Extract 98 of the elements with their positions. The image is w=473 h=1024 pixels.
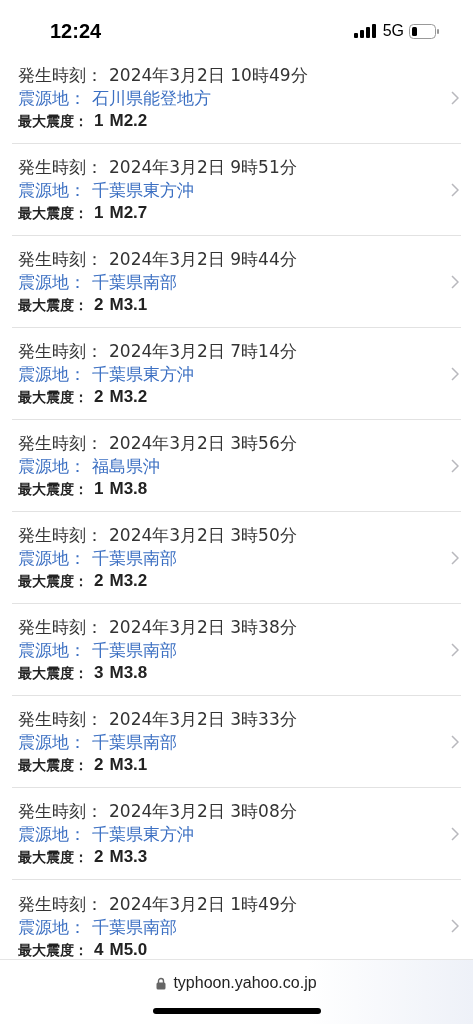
earthquake-list-item[interactable]: 発生時刻： 2024年3月2日 3時38分 震源地： 千葉県南部 最大震度： 3 M3.8 [12,604,461,696]
chevron-icon [451,734,459,749]
chevron-icon [451,274,459,289]
epicenter-label: 震源地： [18,180,86,202]
epicenter-name: 石川県能登地方 [92,88,211,110]
intensity-value: 1 [94,479,104,499]
intensity-label: 最大震度： [18,757,88,775]
intensity-label: 最大震度： [18,481,88,499]
earthquake-list-item[interactable]: 発生時刻： 2024年3月2日 3時33分 震源地： 千葉県南部 最大震度： 2 M3.1 [12,696,461,788]
epicenter-label: 震源地： [18,732,86,754]
intensity-value: 4 [94,939,104,959]
intensity-value: 2 [94,571,104,591]
time-label: 発生時刻： [18,432,103,455]
intensity-label: 最大震度： [18,573,88,591]
magnitude-value: M3.3 [109,847,148,867]
epicenter-name: 千葉県東方沖 [92,180,194,202]
chevron-icon [451,919,459,933]
intensity-value: 2 [94,847,104,867]
epicenter-label: 震源地： [18,364,86,386]
earthquake-list-item[interactable]: 発生時刻： 2024年3月2日 7時14分 震源地： 千葉県東方沖 最大震度： 2 M3.2 [12,328,461,420]
occurrence-time: 2024年3月2日 3時38分 [109,616,297,639]
intensity-label: 最大震度： [18,205,88,223]
epicenter-label: 震源地： [18,272,86,294]
chevron-icon [451,550,459,565]
epicenter-label: 震源地： [18,88,86,110]
occurrence-time: 2024年3月2日 3時56分 [109,432,297,455]
epicenter-name: 千葉県南部 [92,732,177,754]
earthquake-list-item[interactable]: 発生時刻： 2024年3月2日 3時56分 震源地： 福島県沖 最大震度： 1 M3.8 [12,420,461,512]
time-label: 発生時刻： [18,156,103,179]
intensity-value: 2 [94,755,104,775]
chevron-icon [451,366,459,381]
chevron-icon [451,458,459,473]
address-bar[interactable]: typhoon.yahoo.co.jp [0,959,473,1024]
earthquake-list-item[interactable]: 発生時刻： 2024年3月2日 9時51分 震源地： 千葉県東方沖 最大震度： 1 M2.7 [12,144,461,236]
intensity-label: 最大震度： [18,297,88,315]
earthquake-list-item[interactable]: 発生時刻： 2024年3月2日 10時49分 震源地： 石川県能登地方 最大震度： 1 M2.2 [12,52,461,144]
earthquake-list-item[interactable]: 発生時刻： 2024年3月2日 3時08分 震源地： 千葉県東方沖 最大震度： 2 M3.3 [12,788,461,880]
epicenter-name: 千葉県南部 [92,272,177,294]
magnitude-value: M5.0 [109,939,148,959]
magnitude-value: M3.8 [109,479,148,499]
occurrence-time: 2024年3月2日 1時49分 [109,892,297,916]
epicenter-name: 千葉県南部 [92,640,177,662]
time-label: 発生時刻： [18,64,103,87]
epicenter-name: 千葉県東方沖 [92,824,194,846]
epicenter-name: 福島県沖 [92,456,160,478]
earthquake-list-item[interactable]: 発生時刻： 2024年3月2日 9時44分 震源地： 千葉県南部 最大震度： 2 M3.1 [12,236,461,328]
home-indicator[interactable] [152,1008,321,1014]
intensity-value: 1 [94,203,104,223]
time-label: 発生時刻： [18,616,103,639]
intensity-value: 1 [94,111,104,131]
lock-icon [156,976,167,990]
epicenter-label: 震源地： [18,456,86,478]
time-label: 発生時刻： [18,708,103,731]
intensity-label: 最大震度： [18,665,88,683]
chevron-icon [451,826,459,841]
epicenter-name: 千葉県南部 [92,548,177,570]
time-label: 発生時刻： [18,340,103,363]
occurrence-time: 2024年3月2日 9時51分 [109,156,297,179]
epicenter-label: 震源地： [18,548,86,570]
earthquake-list-item[interactable]: 発生時刻： 2024年3月2日 1時49分 震源地： 千葉県南部 最大震度： 4 M5.0 [12,880,461,959]
status-time: 12:24 [50,19,102,43]
magnitude-value: M3.1 [109,755,148,775]
magnitude-value: M3.8 [109,663,148,683]
intensity-label: 最大震度： [18,389,88,407]
epicenter-label: 震源地： [18,916,86,939]
intensity-value: 3 [94,663,104,683]
epicenter-label: 震源地： [18,824,86,846]
magnitude-value: M2.7 [109,203,148,223]
intensity-value: 2 [94,387,104,407]
epicenter-label: 震源地： [18,640,86,662]
network-label: 5G [382,22,404,40]
magnitude-value: M3.1 [109,295,148,315]
occurrence-time: 2024年3月2日 3時08分 [109,800,297,823]
signal-icon [353,24,378,38]
occurrence-time: 2024年3月2日 10時49分 [109,64,308,87]
intensity-label: 最大震度： [18,113,88,131]
intensity-label: 最大震度： [18,849,88,867]
epicenter-name: 千葉県南部 [92,916,177,939]
chevron-icon [451,182,459,197]
intensity-label: 最大震度： [18,941,88,959]
occurrence-time: 2024年3月2日 3時33分 [109,708,297,731]
url-text: typhoon.yahoo.co.jp [173,974,317,992]
magnitude-value: M3.2 [109,387,148,407]
magnitude-value: M2.2 [109,111,148,131]
epicenter-name: 千葉県東方沖 [92,364,194,386]
intensity-value: 2 [94,295,104,315]
chevron-icon [451,90,459,105]
magnitude-value: M3.2 [109,571,148,591]
occurrence-time: 2024年3月2日 3時50分 [109,524,297,547]
time-label: 発生時刻： [18,800,103,823]
earthquake-list-item[interactable]: 発生時刻： 2024年3月2日 3時50分 震源地： 千葉県南部 最大震度： 2 M3.2 [12,512,461,604]
time-label: 発生時刻： [18,524,103,547]
time-label: 発生時刻： [18,248,103,271]
battery-icon [409,23,439,39]
occurrence-time: 2024年3月2日 7時14分 [109,340,297,363]
time-label: 発生時刻： [18,892,103,916]
chevron-icon [451,642,459,657]
occurrence-time: 2024年3月2日 9時44分 [109,248,297,271]
